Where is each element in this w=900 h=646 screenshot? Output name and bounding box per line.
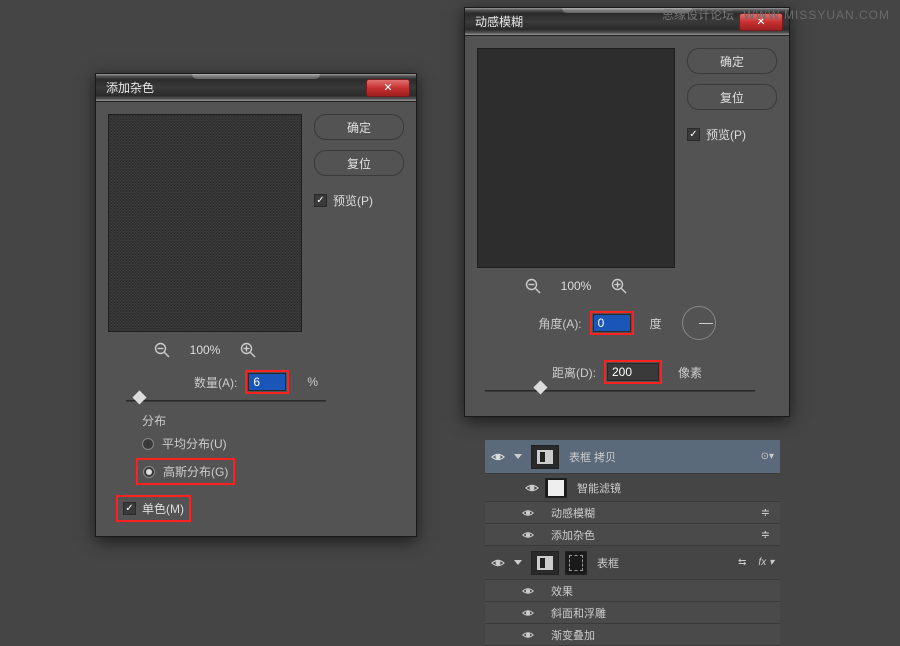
disclosure-icon[interactable]: [511, 454, 525, 459]
layers-panel: 表框 拷贝 ⊙▾ 智能滤镜 动感模糊 ≑ 添加杂色 ≑ 表框 ⇆ fx ▾: [485, 440, 780, 646]
reset-button[interactable]: 复位: [314, 150, 404, 176]
visibility-icon[interactable]: [521, 584, 535, 598]
preview-label: 预览(P): [706, 126, 746, 143]
titlebar[interactable]: 添加杂色 ✕: [96, 74, 416, 102]
visibility-icon[interactable]: [521, 606, 535, 620]
angle-highlight: [590, 311, 634, 335]
distance-slider[interactable]: [485, 390, 755, 392]
preview-checkbox[interactable]: ✓: [314, 194, 327, 207]
visibility-icon[interactable]: [521, 506, 535, 520]
ok-button[interactable]: 确定: [314, 114, 404, 140]
distance-highlight: [604, 360, 662, 384]
preview-label: 预览(P): [333, 192, 373, 209]
close-icon: ✕: [383, 81, 392, 94]
mono-checkbox[interactable]: ✓: [123, 502, 136, 515]
visibility-icon[interactable]: [521, 528, 535, 542]
dialog-title: 添加杂色: [106, 79, 366, 96]
distance-unit: 像素: [678, 364, 702, 381]
motion-blur-dialog: 动感模糊 ✕ 100% 确定 复位 ✓ 预览(P) 角度(A):: [464, 7, 790, 417]
filter-badge-icon[interactable]: ⊙▾: [761, 451, 774, 462]
angle-unit: 度: [650, 315, 662, 332]
radio-icon: [143, 466, 155, 478]
disclosure-icon[interactable]: [511, 560, 525, 565]
mask-thumb: [545, 478, 567, 498]
visibility-icon[interactable]: [491, 556, 505, 570]
noise-preview: [109, 115, 301, 331]
zoom-out-icon[interactable]: [154, 342, 170, 358]
distance-input[interactable]: [607, 363, 659, 381]
effect-name: 斜面和浮雕: [551, 605, 606, 621]
filter-add-noise[interactable]: 添加杂色 ≑: [485, 524, 780, 546]
fx-icon[interactable]: fx ▾: [758, 557, 774, 568]
preview-area[interactable]: [477, 48, 675, 268]
layer-name: 表框: [597, 555, 732, 571]
ok-button[interactable]: 确定: [687, 48, 777, 74]
mono-highlight: ✓ 单色(M): [116, 495, 191, 522]
distribution-title: 分布: [142, 412, 396, 429]
effect-bevel[interactable]: 斜面和浮雕: [485, 602, 780, 624]
layer-row-frame[interactable]: 表框 ⇆ fx ▾: [485, 546, 780, 580]
smart-filters-row[interactable]: 智能滤镜: [485, 474, 780, 502]
effect-gradient-overlay[interactable]: 渐变叠加: [485, 624, 780, 646]
add-noise-dialog: 添加杂色 ✕ 100% 确定 复位 ✓ 预览(P) 数量(A):: [95, 73, 417, 537]
uniform-label: 平均分布(U): [162, 435, 227, 452]
preview-area[interactable]: [108, 114, 302, 332]
blur-preview: [478, 49, 674, 267]
visibility-icon[interactable]: [525, 481, 539, 495]
zoom-level: 100%: [190, 343, 221, 357]
filter-name: 动感模糊: [551, 505, 595, 521]
zoom-level: 100%: [561, 279, 592, 293]
close-button[interactable]: ✕: [366, 79, 410, 97]
amount-highlight: [245, 370, 289, 394]
angle-dial[interactable]: [682, 306, 716, 340]
angle-label: 角度(A):: [538, 315, 581, 332]
angle-input[interactable]: [593, 314, 631, 332]
amount-unit: %: [307, 375, 318, 389]
layer-thumb: [531, 445, 559, 469]
effects-row[interactable]: 效果: [485, 580, 780, 602]
zoom-in-icon[interactable]: [611, 278, 627, 294]
gaussian-highlight: 高斯分布(G): [136, 458, 235, 485]
reset-button[interactable]: 复位: [687, 84, 777, 110]
amount-input[interactable]: [248, 373, 286, 391]
preview-checkbox[interactable]: ✓: [687, 128, 700, 141]
visibility-icon[interactable]: [491, 450, 505, 464]
gaussian-label: 高斯分布(G): [163, 463, 228, 480]
mask-thumb: [565, 551, 587, 575]
distance-label: 距离(D):: [552, 364, 596, 381]
watermark-cn: 思缘设计论坛: [662, 8, 734, 22]
watermark-en: WWW.MISSYUAN.COM: [743, 8, 890, 22]
layer-name: 表框 拷贝: [569, 449, 755, 465]
filter-options-icon[interactable]: ≑: [757, 506, 774, 519]
mono-label: 单色(M): [142, 500, 184, 517]
smart-filters-label: 智能滤镜: [577, 480, 774, 496]
radio-icon: [142, 438, 154, 450]
zoom-in-icon[interactable]: [240, 342, 256, 358]
amount-label: 数量(A):: [194, 374, 237, 391]
effects-label: 效果: [551, 583, 573, 599]
gaussian-radio[interactable]: 高斯分布(G): [143, 463, 228, 480]
uniform-radio[interactable]: 平均分布(U): [142, 435, 396, 452]
filter-motion-blur[interactable]: 动感模糊 ≑: [485, 502, 780, 524]
link-icon[interactable]: ⇆: [738, 557, 746, 568]
filter-options-icon[interactable]: ≑: [757, 528, 774, 541]
zoom-out-icon[interactable]: [525, 278, 541, 294]
amount-slider[interactable]: [126, 400, 326, 402]
filter-name: 添加杂色: [551, 527, 595, 543]
layer-thumb: [531, 551, 559, 575]
layer-row-frame-copy[interactable]: 表框 拷贝 ⊙▾: [485, 440, 780, 474]
watermark: 思缘设计论坛 WWW.MISSYUAN.COM: [662, 6, 890, 23]
